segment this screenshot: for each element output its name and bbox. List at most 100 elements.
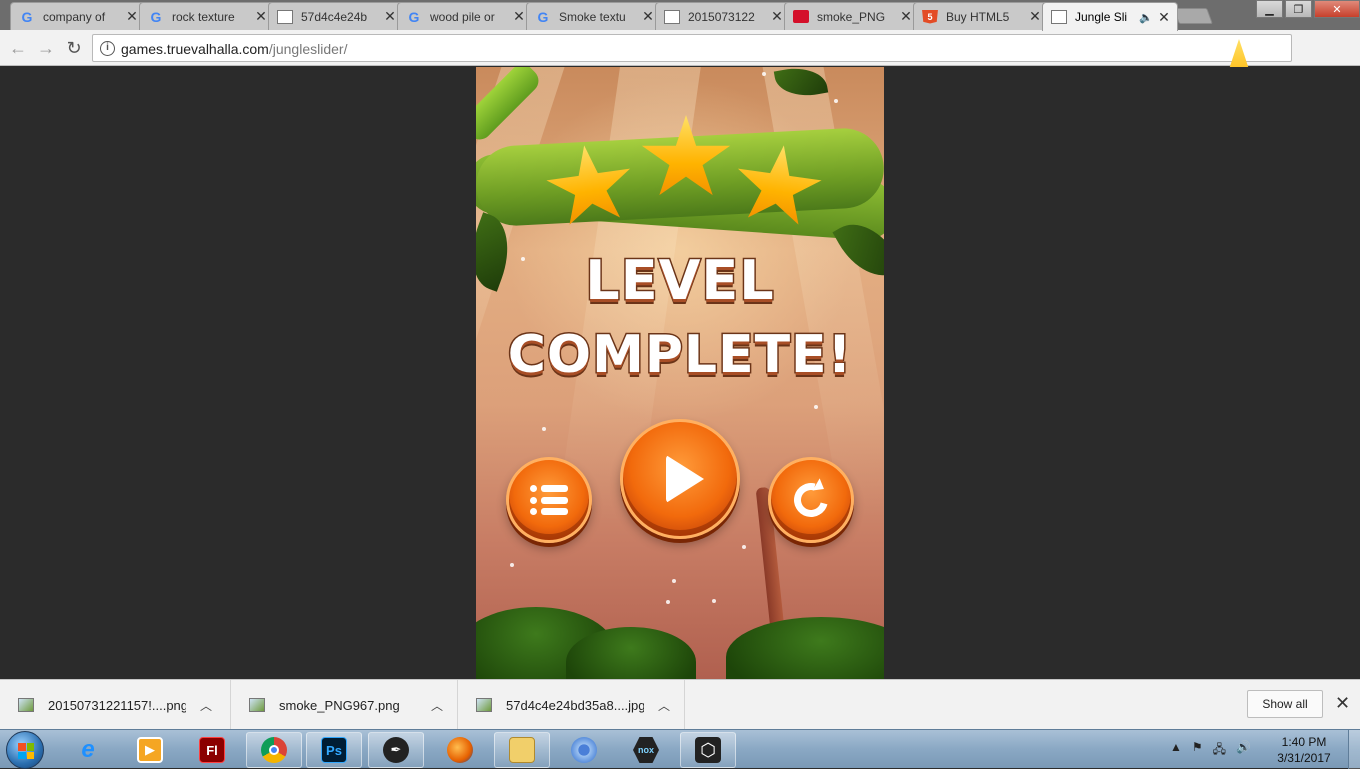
tab-title: Smoke textu [559, 9, 626, 24]
chevron-up-icon[interactable]: ▲ [1170, 740, 1182, 761]
tab-close-icon[interactable]: ✕ [125, 8, 139, 25]
document-icon [277, 9, 293, 24]
tab-close-icon[interactable]: ✕ [512, 8, 526, 25]
nox-icon[interactable]: nox [618, 732, 674, 768]
star-icon [729, 139, 828, 234]
firefox-icon[interactable] [432, 732, 488, 768]
tab-smoke-png[interactable]: smoke_PNG ✕ [784, 2, 920, 30]
tab-close-icon[interactable]: ✕ [641, 8, 655, 25]
tab-buy-html5[interactable]: 5 Buy HTML5 ✕ [913, 2, 1049, 30]
close-icon[interactable]: ✕ [1335, 693, 1350, 714]
unity-icon[interactable]: ⬡ [680, 732, 736, 768]
download-filename: 20150731221157!....png [48, 697, 186, 713]
chromium-icon[interactable] [556, 732, 612, 768]
show-desktop-button[interactable] [1348, 730, 1360, 769]
chrome-icon[interactable] [246, 732, 302, 768]
internet-explorer-icon[interactable]: e [60, 732, 116, 768]
chevron-up-icon[interactable]: ︿ [644, 697, 684, 714]
complete-title: COMPLETE! [506, 324, 853, 387]
google-icon: G [150, 8, 162, 25]
tab-close-icon[interactable]: ✕ [254, 8, 268, 25]
tab-title: wood pile or [430, 9, 495, 24]
sparkle [814, 405, 818, 409]
image-file-icon [249, 698, 265, 712]
image-file-icon [18, 698, 34, 712]
action-center-icon[interactable]: ⚑ [1192, 740, 1203, 761]
menu-icon [530, 485, 568, 515]
new-tab-button[interactable] [1173, 8, 1213, 24]
star-icon [641, 115, 731, 196]
download-item[interactable]: 57d4c4e24bd35a8....jpg ︿ [458, 680, 685, 730]
html5-icon: 5 [922, 9, 938, 24]
inkscape-icon[interactable]: ✒ [368, 732, 424, 768]
restore-icon[interactable]: ❐ [1285, 0, 1312, 18]
tab-title: 2015073122 [688, 9, 755, 24]
next-level-play-button[interactable] [620, 419, 740, 539]
level-menu-button[interactable] [506, 457, 592, 543]
file-explorer-icon[interactable] [494, 732, 550, 768]
start-button[interactable] [6, 731, 44, 769]
tab-57d4c4e24b[interactable]: 57d4c4e24b ✕ [268, 2, 404, 30]
chevron-up-icon[interactable]: ︿ [417, 697, 457, 714]
volume-icon[interactable]: 🔊 [1236, 740, 1251, 761]
tab-close-icon[interactable]: ✕ [383, 8, 397, 25]
tab-2015073122[interactable]: 2015073122 ✕ [655, 2, 791, 30]
document-icon [1051, 10, 1067, 24]
sparkle [762, 72, 766, 76]
tab-title: 57d4c4e24b [301, 9, 368, 24]
windows-logo-icon [18, 743, 34, 759]
tab-rock-texture[interactable]: G rock texture ✕ [139, 2, 275, 30]
game-canvas: LEVEL COMPLETE! [476, 67, 884, 679]
speaker-icon[interactable]: 🔈 [1139, 11, 1153, 24]
chevron-up-icon[interactable]: ︿ [186, 697, 226, 714]
download-item[interactable]: 20150731221157!....png ︿ [0, 680, 231, 730]
minimize-icon[interactable]: ▁ [1256, 0, 1283, 18]
replay-icon [787, 476, 835, 524]
tab-close-icon[interactable]: ✕ [770, 8, 784, 25]
browser-toolbar: ← → ↻ i games.truevalhalla.com/junglesli… [0, 30, 1360, 116]
tab-wood-pile[interactable]: G wood pile or ✕ [397, 2, 533, 30]
sparkle [834, 99, 838, 103]
download-item[interactable]: smoke_PNG967.png ︿ [231, 680, 458, 730]
window-close-icon[interactable]: ✕ [1314, 0, 1360, 18]
address-bar[interactable]: i games.truevalhalla.com/jungleslider/ ☆ [92, 34, 1292, 116]
network-icon[interactable]: 🖧 [1213, 740, 1226, 761]
flash-icon[interactable]: Fl [184, 732, 240, 768]
download-filename: smoke_PNG967.png [279, 697, 400, 713]
tab-company-of[interactable]: G company of ✕ [10, 2, 146, 30]
image-file-icon [476, 698, 492, 712]
clock-date: 3/31/2017 [1277, 751, 1331, 765]
show-all-button[interactable]: Show all [1247, 690, 1323, 718]
sparkle [742, 545, 746, 549]
url-path: /jungleslider/ [268, 41, 348, 57]
tab-title: Jungle Sli [1075, 10, 1128, 24]
clock-time: 1:40 PM [1281, 735, 1327, 749]
tab-strip: G company of ✕ G rock texture ✕ 57d4c4e2… [0, 0, 1360, 31]
back-arrow-icon[interactable]: ← [8, 38, 28, 58]
level-title: LEVEL [584, 248, 775, 314]
forward-arrow-icon[interactable]: → [36, 38, 56, 58]
photoshop-icon[interactable]: Ps [306, 732, 362, 768]
sparkle [666, 600, 670, 604]
tab-close-icon[interactable]: ✕ [899, 8, 913, 25]
reload-icon[interactable]: ↻ [64, 38, 84, 58]
tab-title: Buy HTML5 [946, 9, 1010, 24]
clock[interactable]: 1:40 PM 3/31/2017 [1272, 734, 1336, 766]
tab-jungle-slider[interactable]: Jungle Sli 🔈 ✕ [1042, 2, 1178, 31]
media-player-icon[interactable]: ▶ [122, 732, 178, 768]
sparkle [521, 257, 525, 261]
tab-title: company of [43, 9, 106, 24]
replay-button[interactable] [768, 457, 854, 543]
tab-smoke-texture[interactable]: G Smoke textu ✕ [526, 2, 662, 30]
tab-close-icon[interactable]: ✕ [1028, 8, 1042, 25]
windows-taskbar: e ▶ Fl Ps ✒ nox ⬡ ▲ ⚑ 🖧 🔊 1:40 PM 3/31/2… [0, 729, 1360, 769]
google-icon: G [537, 8, 549, 25]
url-text: games.truevalhalla.com/jungleslider/ [121, 41, 347, 57]
sparkle [672, 579, 676, 583]
document-icon [664, 9, 680, 24]
window-controls: ▁ ❐ ✕ [1256, 0, 1360, 18]
tab-close-icon[interactable]: ✕ [1157, 9, 1171, 26]
sparkle [510, 563, 514, 567]
info-icon[interactable]: i [100, 41, 115, 56]
page-viewport: LEVEL COMPLETE! [0, 67, 1360, 679]
